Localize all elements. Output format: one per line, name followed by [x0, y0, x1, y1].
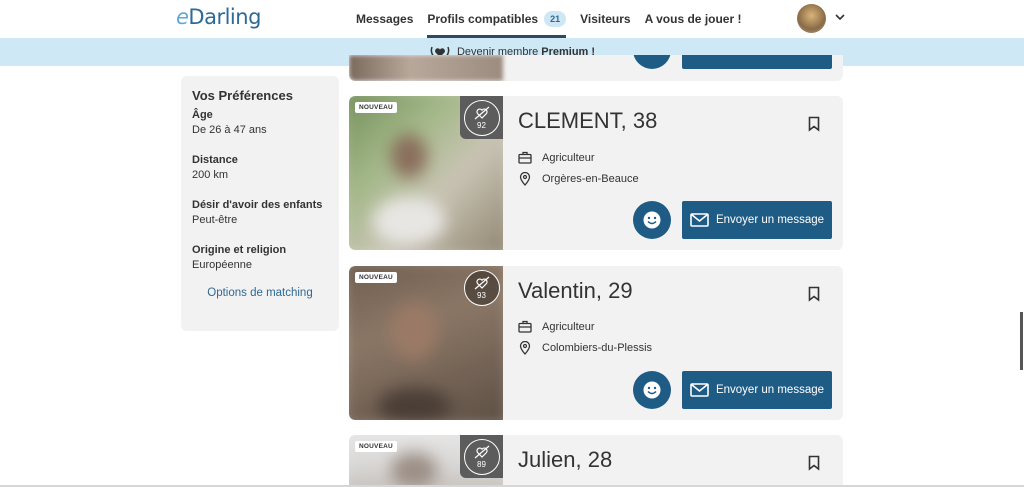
compatible-count-badge: 21: [544, 11, 567, 27]
profile-name[interactable]: Julien, 28: [518, 447, 612, 473]
pref-distance-label: Distance: [192, 154, 238, 166]
envelope-icon: [690, 383, 709, 397]
scrollbar[interactable]: [1020, 312, 1023, 370]
briefcase-icon: [518, 151, 532, 164]
profile-card-partial[interactable]: [349, 55, 843, 81]
pref-age-label: Âge: [192, 109, 213, 121]
nav-your-turn[interactable]: A vous de jouer !: [645, 0, 742, 38]
smile-button[interactable]: [633, 55, 671, 69]
preferences-title: Vos Préférences: [192, 88, 293, 103]
new-badge: NOUVEAU: [355, 272, 397, 283]
new-badge: NOUVEAU: [355, 102, 397, 113]
profile-name[interactable]: Valentin, 29: [518, 278, 633, 304]
top-header: eDarling Messages Profils compatibles 21 …: [0, 0, 1024, 38]
preferences-panel: Vos Préférences Âge De 26 à 47 ans Dista…: [181, 76, 339, 331]
profile-photo[interactable]: [349, 55, 503, 81]
profile-job: Agriculteur: [518, 151, 595, 164]
profile-job: Agriculteur: [518, 320, 595, 333]
matching-options-link[interactable]: Options de matching: [192, 287, 328, 299]
match-score-value: 92: [477, 120, 486, 130]
send-message-button[interactable]: Envoyer un message: [682, 371, 832, 409]
profile-card[interactable]: NOUVEAU 93 Valentin, 29 Agriculteur Colo…: [349, 266, 843, 420]
nav-messages[interactable]: Messages: [356, 0, 413, 38]
match-score: 93: [460, 266, 503, 309]
main-nav: Messages Profils compatibles 21 Visiteurs…: [356, 0, 755, 38]
pref-origin-value: Européenne: [192, 259, 252, 271]
smiley-icon: [643, 381, 661, 399]
match-score: 89: [460, 435, 503, 478]
location-pin-icon: [519, 341, 531, 355]
bookmark-icon[interactable]: [808, 455, 820, 471]
heart-arrow-icon: [474, 276, 489, 289]
new-badge: NOUVEAU: [355, 441, 397, 452]
bookmark-icon[interactable]: [808, 286, 820, 302]
nav-compatible-profiles[interactable]: Profils compatibles 21: [427, 0, 567, 38]
nav-visitors[interactable]: Visiteurs: [580, 0, 630, 38]
profile-card[interactable]: NOUVEAU 89 Julien, 28: [349, 435, 843, 487]
profile-location: Orgères-en-Beauce: [518, 172, 639, 186]
profile-name[interactable]: CLEMENT, 38: [518, 108, 657, 134]
match-score-value: 93: [477, 290, 486, 300]
pref-age-value: De 26 à 47 ans: [192, 124, 267, 136]
bookmark-icon[interactable]: [808, 116, 820, 132]
heart-arrow-icon: [474, 445, 489, 458]
briefcase-icon: [518, 320, 532, 333]
send-message-button[interactable]: Envoyer un message: [682, 201, 832, 239]
user-avatar[interactable]: [797, 4, 826, 33]
profile-photo[interactable]: NOUVEAU 89: [349, 435, 503, 487]
pref-origin-label: Origine et religion: [192, 244, 287, 256]
smiley-icon: [643, 211, 661, 229]
match-score: 92: [460, 96, 503, 139]
profile-location: Colombiers-du-Plessis: [518, 341, 652, 355]
location-pin-icon: [519, 172, 531, 186]
smile-button[interactable]: [633, 371, 671, 409]
pref-distance-value: 200 km: [192, 169, 229, 181]
match-score-value: 89: [477, 459, 486, 469]
envelope-icon: [690, 213, 709, 227]
pref-children-value: Peut-être: [192, 214, 238, 226]
edarling-logo[interactable]: eDarling: [176, 5, 261, 29]
heart-arrow-icon: [474, 106, 489, 119]
chevron-down-icon[interactable]: [834, 11, 846, 23]
profile-photo[interactable]: NOUVEAU 92: [349, 96, 503, 250]
pref-children-label: Désir d'avoir des enfants: [192, 199, 323, 211]
profile-card[interactable]: NOUVEAU 92 CLEMENT, 38 Agriculteur Orgèr…: [349, 96, 843, 250]
send-message-button[interactable]: [682, 55, 832, 69]
smile-button[interactable]: [633, 201, 671, 239]
profile-photo[interactable]: NOUVEAU 93: [349, 266, 503, 420]
